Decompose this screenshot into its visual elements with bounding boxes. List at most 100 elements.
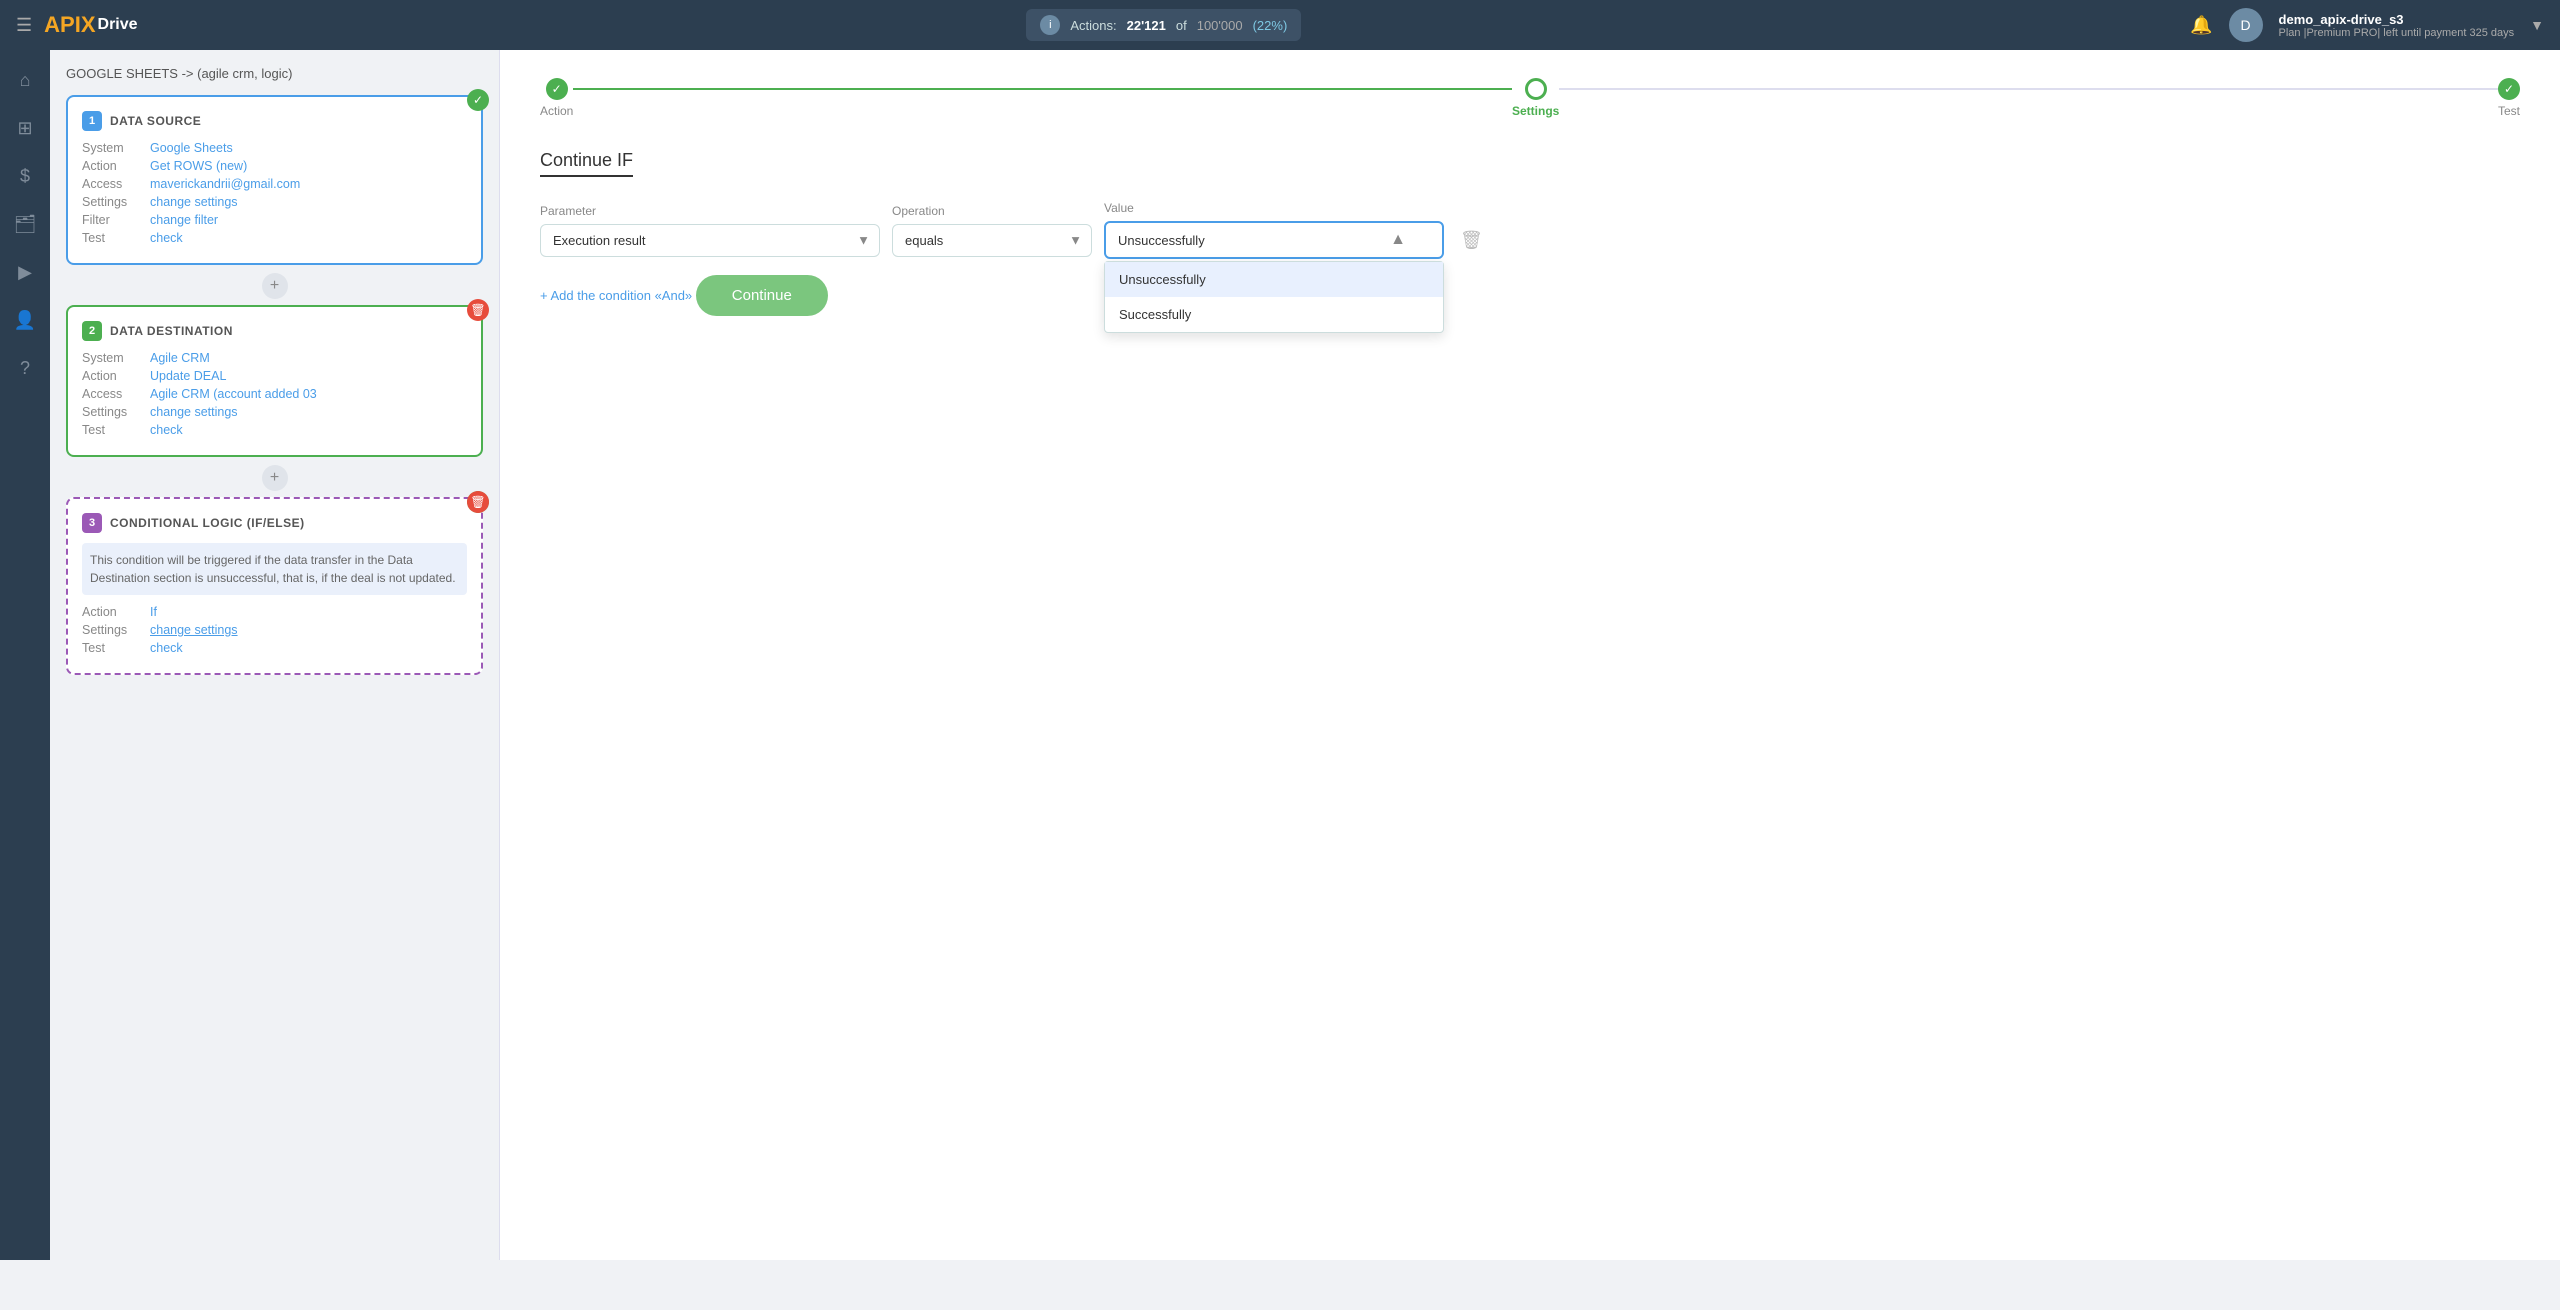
card-row-action-1: Action Get ROWS (new): [82, 159, 467, 173]
sidebar-item-play[interactable]: ▶: [5, 252, 45, 292]
card-header-2: 2 DATA DESTINATION: [82, 321, 467, 341]
card-label-test-1: Test: [82, 231, 142, 245]
user-info: demo_apix-drive_s3 Plan |Premium PRO| le…: [2279, 12, 2515, 39]
delete-badge-3[interactable]: 🗑: [467, 491, 489, 513]
trash-icon: 🗑: [1460, 230, 1483, 250]
actions-limit: 100'000: [1197, 18, 1243, 33]
card-value-settings-1[interactable]: change settings: [150, 195, 238, 209]
sidebar-item-grid[interactable]: ⊞: [5, 108, 45, 148]
card-row-action-3: Action If: [82, 605, 467, 619]
card-value-test-3[interactable]: check: [150, 641, 183, 655]
card-label-test-2: Test: [82, 423, 142, 437]
step-action: ✓ Action: [540, 78, 573, 118]
progress-bar: ✓ Action Settings ✓ Test: [540, 78, 2520, 118]
step-circle-test: ✓: [2498, 78, 2520, 100]
bell-icon[interactable]: 🔔: [2190, 15, 2212, 36]
parameter-field: Parameter Execution result ▼: [540, 204, 880, 257]
card-row-settings-2: Settings change settings: [82, 405, 467, 419]
dropdown-item-unsuccessfully[interactable]: Unsuccessfully: [1105, 262, 1443, 297]
delete-badge-2[interactable]: 🗑: [467, 299, 489, 321]
dropdown-item-successfully[interactable]: Successfully: [1105, 297, 1443, 332]
card-value-filter-1[interactable]: change filter: [150, 213, 218, 227]
condition-row: Parameter Execution result ▼ Operation e…: [540, 201, 2520, 259]
info-icon: i: [1040, 15, 1060, 35]
card-row-settings-3: Settings change settings: [82, 623, 467, 637]
card-value-system-2[interactable]: Agile CRM: [150, 351, 210, 365]
card-title-2: DATA DESTINATION: [110, 324, 233, 338]
card-row-filter-1: Filter change filter: [82, 213, 467, 227]
user-name: demo_apix-drive_s3: [2279, 12, 2515, 27]
header-right: 🔔 D demo_apix-drive_s3 Plan |Premium PRO…: [2190, 8, 2544, 42]
header: ☰ APIXDrive i Actions: 22'121 of 100'000…: [0, 0, 2560, 50]
value-dropdown-menu: Unsuccessfully Successfully: [1104, 261, 1444, 333]
step-circle-settings: [1525, 78, 1547, 100]
actions-label: Actions:: [1070, 18, 1116, 33]
continue-button[interactable]: Continue: [696, 275, 828, 316]
card-value-test-1[interactable]: check: [150, 231, 183, 245]
value-label: Value: [1104, 201, 1444, 215]
actions-count: 22'121: [1127, 18, 1166, 33]
sidebar: ⌂ ⊞ $ 🗂 ▶ 👤 ?: [0, 50, 50, 1260]
value-selected-text: Unsuccessfully: [1118, 233, 1205, 248]
card-row-access-2: Access Agile CRM (account added 03: [82, 387, 467, 401]
logo-drive: Drive: [98, 16, 138, 34]
card-label-settings-1: Settings: [82, 195, 142, 209]
card-title-3: CONDITIONAL LOGIC (IF/ELSE): [110, 516, 305, 530]
card-conditional-logic: ✓ 🗑 3 CONDITIONAL LOGIC (IF/ELSE) This c…: [66, 497, 483, 675]
card-value-action-1[interactable]: Get ROWS (new): [150, 159, 247, 173]
card-row-settings-1: Settings change settings: [82, 195, 467, 209]
check-badge-1: ✓: [467, 89, 489, 111]
card-number-3: 3: [82, 513, 102, 533]
value-dropdown-arrow-icon: ▲: [1390, 231, 1406, 249]
card-row-system-2: System Agile CRM: [82, 351, 467, 365]
card-data-destination: 🗑 2 DATA DESTINATION System Agile CRM Ac…: [66, 305, 483, 457]
plus-connector-2[interactable]: +: [262, 465, 288, 491]
parameter-label: Parameter: [540, 204, 880, 218]
actions-counter: i Actions: 22'121 of 100'000 (22%): [1026, 9, 1301, 41]
card-label-system-1: System: [82, 141, 142, 155]
step-line-1: [573, 88, 1512, 90]
card-value-access-2[interactable]: Agile CRM (account added 03: [150, 387, 317, 401]
parameter-select[interactable]: Execution result: [540, 224, 880, 257]
operation-select[interactable]: equals: [892, 224, 1092, 257]
user-plan: Plan |Premium PRO| left until payment 32…: [2279, 27, 2515, 39]
hamburger-icon[interactable]: ☰: [16, 15, 32, 36]
card-label-access-1: Access: [82, 177, 142, 191]
sidebar-item-help[interactable]: ?: [5, 348, 45, 388]
card-header-1: 1 DATA SOURCE: [82, 111, 467, 131]
card-value-access-1[interactable]: maverickandrii@gmail.com: [150, 177, 300, 191]
step-label-action: Action: [540, 104, 573, 118]
card-label-action-2: Action: [82, 369, 142, 383]
sidebar-item-briefcase[interactable]: 🗂: [5, 204, 45, 244]
card-label-action-3: Action: [82, 605, 142, 619]
card-label-settings-2: Settings: [82, 405, 142, 419]
card-value-action-2[interactable]: Update DEAL: [150, 369, 226, 383]
section-title: Continue IF: [540, 150, 633, 177]
add-condition-and[interactable]: + Add the condition «And»: [540, 288, 692, 303]
card-title-1: DATA SOURCE: [110, 114, 201, 128]
breadcrumb: GOOGLE SHEETS -> (agile crm, logic): [66, 66, 483, 81]
card-value-system-1[interactable]: Google Sheets: [150, 141, 233, 155]
main-content: GOOGLE SHEETS -> (agile crm, logic) ✓ 1 …: [50, 50, 2560, 1260]
plus-connector-1[interactable]: +: [262, 273, 288, 299]
sidebar-item-dollar[interactable]: $: [5, 156, 45, 196]
logo-x: X: [81, 12, 96, 38]
value-dropdown-trigger[interactable]: Unsuccessfully ▲: [1104, 221, 1444, 259]
card-label-settings-3: Settings: [82, 623, 142, 637]
delete-condition-button[interactable]: 🗑: [1456, 230, 1483, 251]
sidebar-item-home[interactable]: ⌂: [5, 60, 45, 100]
card-value-test-2[interactable]: check: [150, 423, 183, 437]
step-circle-action: ✓: [546, 78, 568, 100]
sidebar-item-user[interactable]: 👤: [5, 300, 45, 340]
card-value-settings-2[interactable]: change settings: [150, 405, 238, 419]
operation-select-wrapper: equals ▼: [892, 224, 1092, 257]
card-header-3: 3 CONDITIONAL LOGIC (IF/ELSE): [82, 513, 467, 533]
card-value-action-3[interactable]: If: [150, 605, 157, 619]
card-row-test-3: Test check: [82, 641, 467, 655]
left-panel: GOOGLE SHEETS -> (agile crm, logic) ✓ 1 …: [50, 50, 500, 1260]
step-label-settings: Settings: [1512, 104, 1559, 118]
chevron-down-icon[interactable]: ▼: [2530, 17, 2544, 33]
card-number-1: 1: [82, 111, 102, 131]
card-label-filter-1: Filter: [82, 213, 142, 227]
card-value-settings-3[interactable]: change settings: [150, 623, 238, 637]
